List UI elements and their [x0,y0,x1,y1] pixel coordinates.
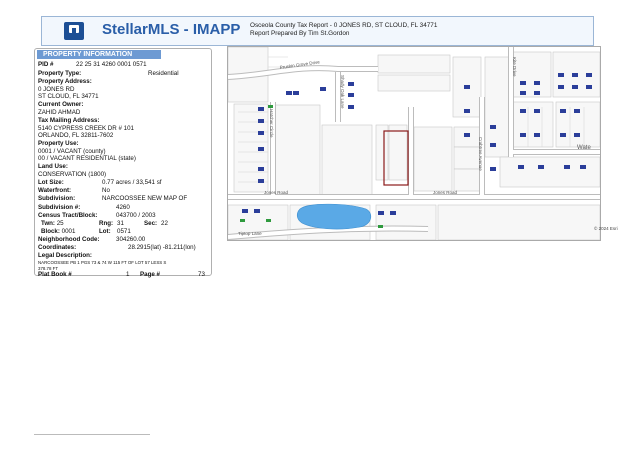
block-lot-row: Block: 0001 Lot: 0571 [41,228,131,235]
mailing-line1: 5140 CYPRESS CREEK DR # 101 [38,125,134,132]
neighborhood-label: Neighborhood Code: [38,236,100,243]
pid-label: PID # [38,61,54,68]
coordinates-row: Coordinates: 28.2915(lat) -81.211(lon) [38,244,196,251]
rng-label: Rng: [99,220,114,227]
subdivision-row: Subdivision: NARCOOSSEE NEW MAP OF [38,195,187,202]
property-type-value: Residential [148,70,179,77]
pid-row: PID # 22 25 31 4260 0001 0571 [38,61,147,68]
page-value: 73 [198,271,205,278]
property-type-row: Property Type: Residential [38,70,179,77]
census-value: 043700 / 2003 [116,212,156,219]
mailing-line2: ORLANDO, FL 32811-7602 [38,132,114,139]
twn-rng-sec-row: Twn: 25 Rng: 31 Sec: 22 [41,220,168,227]
panel-title: PROPERTY INFORMATION [37,50,161,59]
waterfront-row: Waterfront: No [38,187,110,194]
property-use-county: 0001 / VACANT (county) [38,148,106,155]
map-canvas: Pruskin Grove Drive Shady Oak Lane Jones… [228,47,600,240]
page-label: Page # [140,271,160,278]
lot-label: Lot: [99,228,111,235]
address-line1: 0 JONES RD [38,86,75,93]
subdivision-num-row: Subdivision #: 4260 [38,204,130,211]
footer-divider [34,434,150,435]
road-label-kite: Kite Drive [512,57,517,77]
census-row: Census Tract/Block: 043700 / 2003 [38,212,156,219]
land-use-label: Land Use: [38,163,68,170]
neighborhood-value: 304260.00 [116,236,146,243]
address-line2: ST CLOUD, FL 34771 [38,93,99,100]
road-label-jones-east: Jones Road [433,190,458,195]
mailing-label: Tax Mailing Address: [38,117,100,124]
block-label: Block: [41,228,60,235]
report-header: StellarMLS - IMAPP Osceola County Tax Re… [41,16,594,46]
legal-label: Legal Description: [38,252,92,259]
lot-value: 0571 [117,228,131,235]
coordinates-label: Coordinates: [38,244,77,251]
report-title: Osceola County Tax Report - 0 JONES RD, … [250,22,438,29]
parcel-map[interactable]: Pruskin Grove Drive Shady Oak Lane Jones… [227,46,601,241]
report-preparer: Report Prepared By Tim St.Gordon [250,30,350,37]
land-use-value: CONSERVATION (1800) [38,171,107,178]
road-label-shady-oak: Shady Oak Lane [340,75,345,109]
owner-label: Current Owner: [38,101,84,108]
census-label: Census Tract/Block: [38,212,98,219]
map-copyright: © 2024 Esri [594,226,618,231]
road-label-tiptop: Tiptop Lane [238,231,262,236]
plat-book-value: 1 [126,271,130,278]
plat-book-label: Plat Book # [38,271,72,278]
water-label: Wate [577,145,591,151]
waterfront-label: Waterfront: [38,187,72,194]
block-value: 0001 [61,228,76,235]
waterfront-value: No [102,187,110,194]
property-type-label: Property Type: [38,70,82,77]
stellarmls-logo-icon [64,22,84,40]
legal-line1: NARCOOSSEE PB 1 PGS 73 & 74 W 115 FT OF … [38,260,167,265]
brand-title: StellarMLS - IMAPP [102,21,241,38]
twn-value: 25 [56,220,64,227]
subdivision-label: Subdivision: [38,195,76,202]
subdivision-num-value: 4260 [116,204,130,211]
road-label-hatcher: Hatcher Circle [269,109,274,138]
lot-size-label: Lot Size: [38,179,64,186]
coordinates-value: 28.2915(lat) -81.211(lon) [128,244,196,251]
subdivision-num-label: Subdivision #: [38,204,81,211]
sec-label: Sec: [144,220,158,227]
twn-label: Twn: [41,220,55,227]
property-use-label: Property Use: [38,140,79,147]
lot-size-value: 0.77 acres / 33,541 sf [102,179,162,186]
owner-value: ZAHID AHMAD [38,109,81,116]
subdivision-value: NARCOOSSEE NEW MAP OF [102,195,188,202]
lot-size-row: Lot Size: 0.77 acres / 33,541 sf [38,179,162,186]
address-label: Property Address: [38,78,92,85]
road-label-crabtree: Crabtree Avenue [478,137,483,171]
neighborhood-row: Neighborhood Code: 304260.00 [38,236,145,243]
rng-value: 31 [117,220,124,227]
property-info-panel: PROPERTY INFORMATION PID # 22 25 31 4260… [34,48,212,278]
property-use-state: 00 / VACANT RESIDENTIAL (state) [38,155,136,162]
pid-value: 22 25 31 4260 0001 0571 [76,61,147,68]
road-label-jones-west: Jones Road [264,190,289,195]
plat-row: Plat Book # 1 Page # 73 [38,271,205,278]
sec-value: 22 [161,220,168,227]
